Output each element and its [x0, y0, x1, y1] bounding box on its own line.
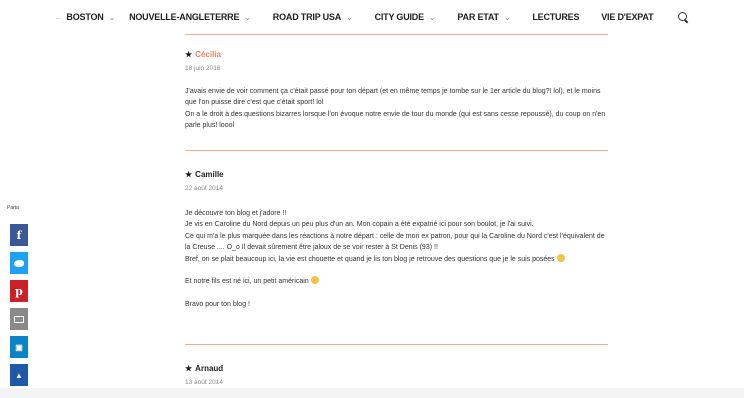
nav-item-label: LECTURES — [532, 12, 580, 22]
comment-paragraph: Bravo pour ton blog ! — [185, 301, 250, 309]
email-share-button[interactable] — [10, 308, 28, 330]
flipboard-share-button[interactable]: ▣ — [10, 336, 28, 358]
nav-item-lectures[interactable]: LECTURES — [532, 12, 579, 22]
nav-item-label: VIE D'EXPAT — [601, 12, 654, 22]
nav-item-label: NOUVELLE-ANGLETERRE — [129, 12, 240, 22]
chevron-down-icon: ⌄ — [346, 12, 353, 22]
nav-item-city-guide[interactable]: CITY GUIDE ⌄ — [375, 12, 436, 22]
pinterest-icon: p — [15, 284, 23, 298]
nav-item-label: BOSTON — [66, 12, 104, 22]
page-footer-strip — [0, 388, 744, 398]
comment: ★ Arnaud 13 août 2014 — [185, 345, 608, 386]
comment-paragraph-text: Et notre fils est né ici, un petit améri… — [185, 278, 309, 286]
nav-item-label: CITY GUIDE — [374, 12, 425, 22]
comment-paragraph: J'avais envie de voir comment ça c'était… — [185, 88, 606, 130]
more-share-button[interactable]: ▲ — [10, 364, 28, 386]
nav-item-nouvelle-angleterre[interactable]: NOUVELLE-ANGLETERRE ⌄ — [129, 12, 251, 22]
comment-author-name: Cécilia — [195, 50, 221, 59]
comment-paragraph: Et notre fils est né ici, un petit améri… — [185, 276, 608, 287]
share-label: Parta — [7, 205, 19, 211]
comment-body: Je découvre ton blog et j'adore !! Je vi… — [185, 208, 608, 311]
comment-paragraph: Je découvre ton blog et j'adore !! Je vi… — [185, 208, 608, 265]
twitter-icon — [14, 259, 24, 267]
chevron-down-icon: ⌄ — [108, 12, 116, 22]
facebook-share-button[interactable]: f — [10, 224, 28, 246]
comment-body: J'avais envie de voir comment ça c'était… — [185, 86, 608, 132]
chevron-down-icon: ⌄ — [244, 12, 251, 22]
comment-list: ★ Cécilia 18 juin 2016 J'avais envie de v… — [185, 34, 608, 386]
comment: ★ Cécilia 18 juin 2016 J'avais envie de v… — [185, 35, 608, 150]
pinterest-share-button[interactable]: p — [10, 280, 28, 302]
comment-author[interactable]: ★ Camille — [185, 170, 608, 179]
facebook-icon: f — [16, 228, 22, 242]
comment-author-name: Camille — [195, 170, 224, 179]
nav-item-par-etat[interactable]: PAR ETAT ⌄ — [457, 12, 510, 22]
nav-item-label: ROAD TRIP USA — [272, 12, 342, 22]
comment-date: 18 juin 2016 — [185, 65, 221, 72]
top-navigation: ← BOSTON ⌄ NOUVELLE-ANGLETERRE ⌄ ROAD TR… — [0, 0, 744, 34]
star-icon: ★ — [185, 364, 193, 373]
email-icon — [14, 315, 24, 323]
comment-author-name: Arnaud — [195, 364, 224, 373]
nav-item-label: PAR ETAT — [457, 12, 499, 22]
chevron-down-icon: ⌄ — [503, 12, 511, 22]
comment: ★ Camille 22 août 2014 Je découvre ton bl… — [185, 151, 608, 344]
twitter-share-button[interactable] — [10, 252, 28, 274]
back-arrow-icon: ← — [54, 12, 63, 22]
comment-date: 13 août 2014 — [185, 379, 223, 386]
star-icon: ★ — [185, 170, 193, 179]
flipboard-icon: ▣ — [15, 342, 23, 352]
comment-paragraph-text: Je découvre ton blog et j'adore !! Je vi… — [185, 210, 605, 263]
nav-item-road-trip-usa[interactable]: ROAD TRIP USA ⌄ — [273, 12, 353, 22]
chevron-down-icon: ⌄ — [428, 12, 436, 22]
smiley-emoji-icon — [310, 276, 319, 285]
nav-item-boston[interactable]: ← BOSTON ⌄ — [54, 12, 116, 22]
comment-date: 22 août 2014 — [185, 185, 223, 192]
comment-author[interactable]: ★ Arnaud — [185, 364, 608, 373]
comment-author[interactable]: ★ Cécilia — [185, 50, 608, 59]
nav-item-vie-d-expat[interactable]: VIE D'EXPAT — [601, 12, 653, 22]
more-icon: ▲ — [15, 370, 23, 380]
star-icon: ★ — [185, 50, 193, 59]
search-icon[interactable] — [677, 11, 689, 23]
smiley-emoji-icon — [556, 253, 565, 262]
